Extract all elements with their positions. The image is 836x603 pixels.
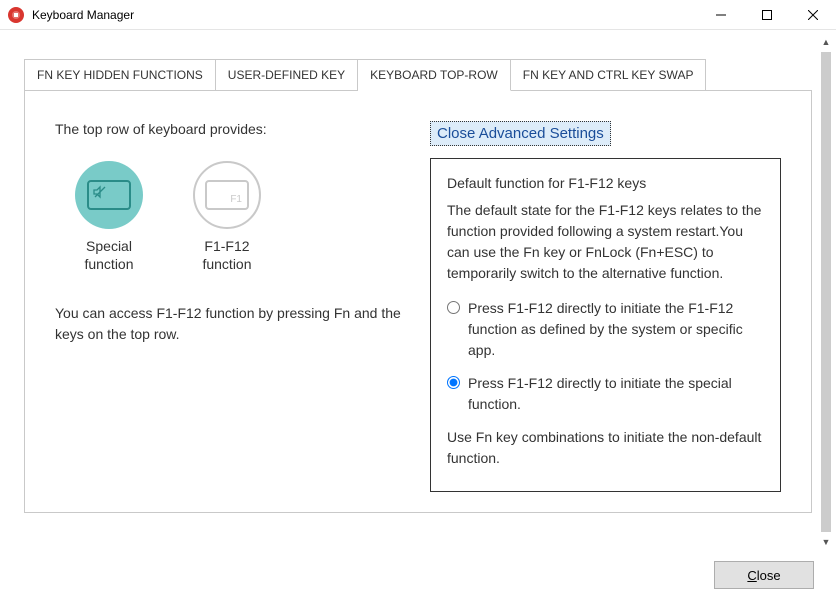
close-button[interactable]: Close xyxy=(714,561,814,589)
content-area: FN KEY HIDDEN FUNCTIONS USER-DEFINED KEY… xyxy=(0,30,836,603)
advanced-settings-box: Default function for F1-F12 keys The def… xyxy=(430,158,781,492)
radio-label-f1f12: Press F1-F12 directly to initiate the F1… xyxy=(468,298,764,361)
radio-option-special-default[interactable]: Press F1-F12 directly to initiate the sp… xyxy=(447,373,764,415)
option-special-label: Special function xyxy=(84,237,133,273)
option-f1f12-label-line1: F1-F12 xyxy=(204,238,249,254)
tab-keyboard-top-row[interactable]: KEYBOARD TOP-ROW xyxy=(358,59,511,91)
mute-icon xyxy=(93,185,107,199)
vertical-scrollbar[interactable]: ▲ ▼ xyxy=(818,32,834,552)
key-icon-f1: F1 xyxy=(205,180,249,210)
scroll-up-arrow-icon[interactable]: ▲ xyxy=(818,34,834,50)
option-special-label-line1: Special xyxy=(86,238,132,254)
access-note: You can access F1-F12 function by pressi… xyxy=(55,303,410,345)
f1-key-label: F1 xyxy=(230,194,242,205)
radio-input-f1f12[interactable] xyxy=(447,301,460,314)
maximize-icon xyxy=(762,10,772,20)
advanced-settings-toggle[interactable]: Close Advanced Settings xyxy=(430,121,611,146)
tab-user-defined-key[interactable]: USER-DEFINED KEY xyxy=(216,59,358,91)
footer: Close xyxy=(714,561,814,589)
option-f1f12-label: F1-F12 function xyxy=(202,237,251,273)
option-special-circle xyxy=(75,161,143,229)
scrollbar-thumb[interactable] xyxy=(821,52,831,532)
tab-strip: FN KEY HIDDEN FUNCTIONS USER-DEFINED KEY… xyxy=(24,58,812,91)
window-controls xyxy=(698,0,836,30)
top-row-options: Special function F1 xyxy=(75,161,410,273)
advanced-heading: Default function for F1-F12 keys xyxy=(447,173,764,194)
radio-label-special: Press F1-F12 directly to initiate the sp… xyxy=(468,373,764,415)
right-column: Close Advanced Settings Default function… xyxy=(430,121,781,492)
option-f1-f12-function[interactable]: F1 F1-F12 function xyxy=(193,161,261,273)
app-icon xyxy=(8,7,24,23)
tab-panel-top-row: The top row of keyboard provides: xyxy=(24,91,812,513)
radio-option-f1f12-default[interactable]: Press F1-F12 directly to initiate the F1… xyxy=(447,298,764,361)
option-special-label-line2: function xyxy=(84,256,133,272)
window-title: Keyboard Manager xyxy=(32,8,134,22)
left-column: The top row of keyboard provides: xyxy=(55,121,410,492)
option-special-function[interactable]: Special function xyxy=(75,161,143,273)
tab-fn-hidden-functions[interactable]: FN KEY HIDDEN FUNCTIONS xyxy=(24,59,216,91)
tab-fn-ctrl-swap[interactable]: FN KEY AND CTRL KEY SWAP xyxy=(511,59,707,91)
close-window-button[interactable] xyxy=(790,0,836,30)
minimize-button[interactable] xyxy=(698,0,744,30)
scroll-down-arrow-icon[interactable]: ▼ xyxy=(818,534,834,550)
maximize-button[interactable] xyxy=(744,0,790,30)
titlebar: Keyboard Manager xyxy=(0,0,836,30)
advanced-footer-note: Use Fn key combinations to initiate the … xyxy=(447,427,764,469)
radio-input-special[interactable] xyxy=(447,376,460,389)
tabs-container: FN KEY HIDDEN FUNCTIONS USER-DEFINED KEY… xyxy=(0,30,836,513)
option-f1f12-label-line2: function xyxy=(202,256,251,272)
minimize-icon xyxy=(716,10,726,20)
intro-text: The top row of keyboard provides: xyxy=(55,121,410,137)
close-icon xyxy=(808,10,818,20)
option-f1f12-circle: F1 xyxy=(193,161,261,229)
key-icon-special xyxy=(87,180,131,210)
advanced-description: The default state for the F1-F12 keys re… xyxy=(447,200,764,284)
